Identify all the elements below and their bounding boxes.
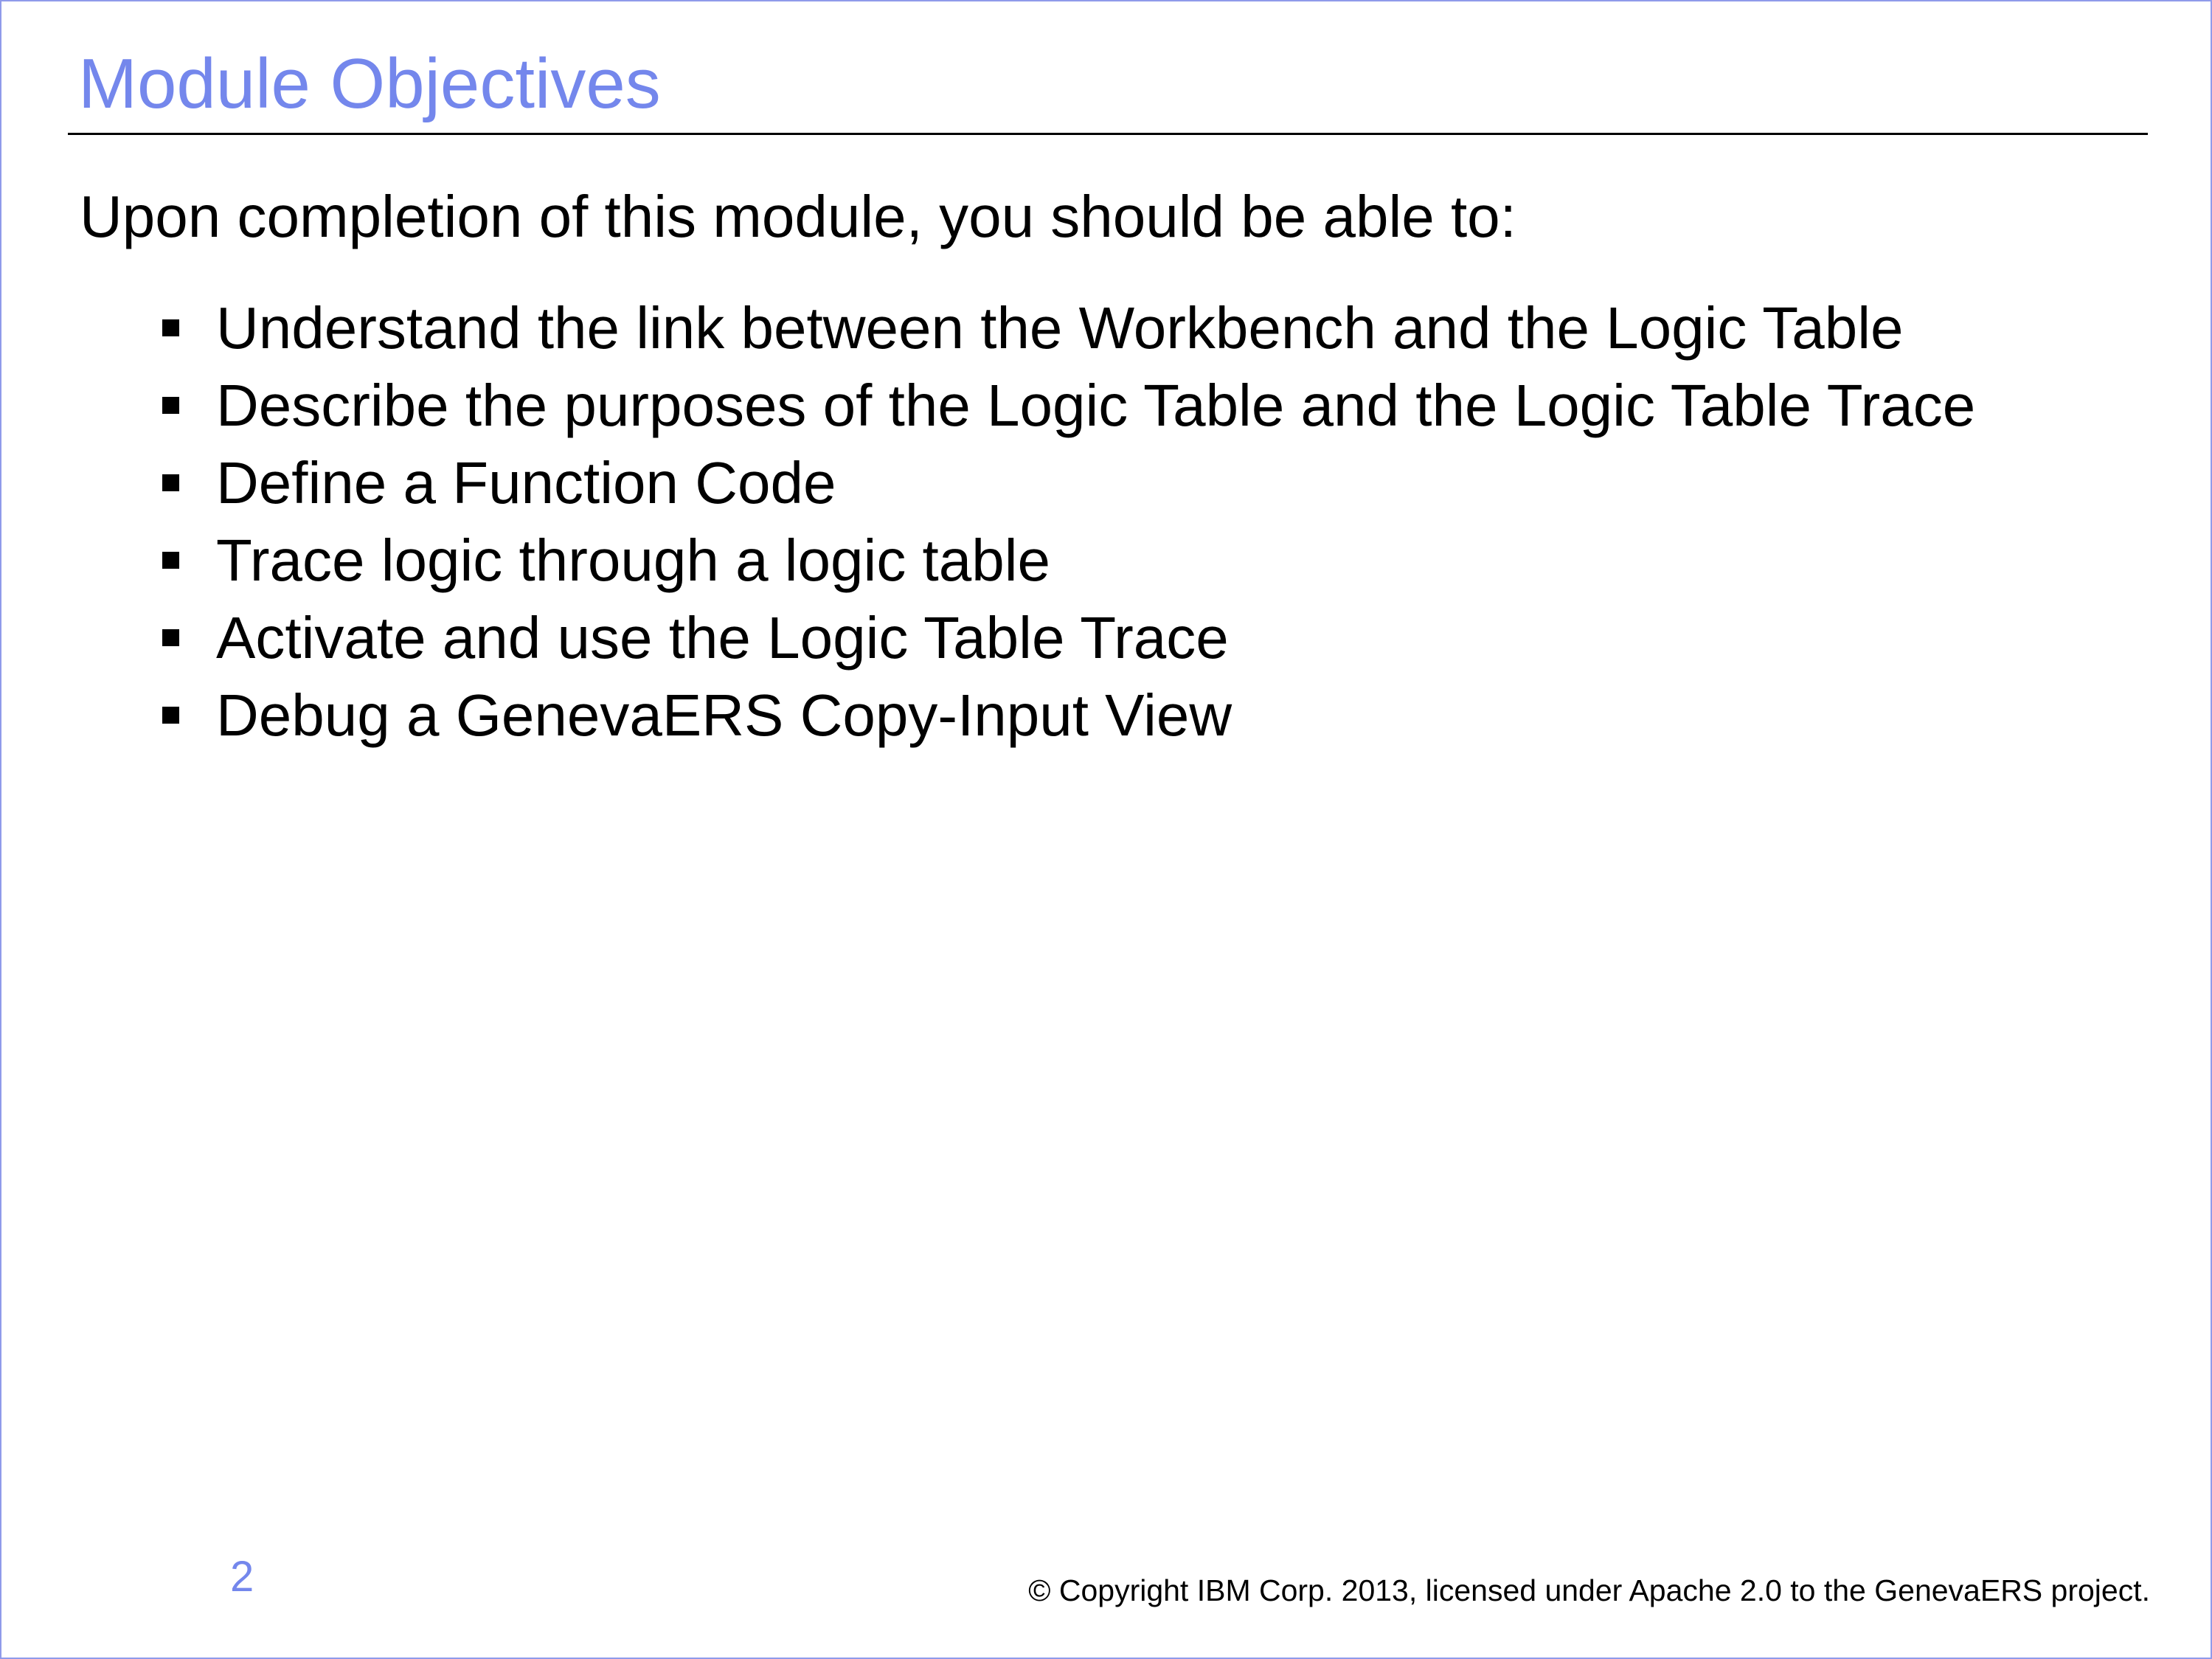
objective-item: Debug a GenevaERS Copy-Input View <box>162 676 1975 754</box>
objective-text: Understand the link between the Workbenc… <box>216 294 1904 361</box>
square-bullet-icon <box>162 397 179 414</box>
objective-item: Understand the link between the Workbenc… <box>162 289 1975 367</box>
square-bullet-icon <box>162 474 179 491</box>
square-bullet-icon <box>162 319 179 336</box>
objectives-intro: Upon completion of this module, you shou… <box>80 184 1516 249</box>
square-bullet-icon <box>162 629 179 646</box>
objective-text: Debug a GenevaERS Copy-Input View <box>216 682 1232 748</box>
page-number: 2 <box>230 1553 254 1601</box>
objective-item: Trace logic through a logic table <box>162 522 1975 599</box>
objective-text: Describe the purposes of the Logic Table… <box>216 372 1976 438</box>
slide-title: Module Objectives <box>78 44 661 123</box>
objective-item: Describe the purposes of the Logic Table… <box>162 367 1975 444</box>
objective-item: Activate and use the Logic Table Trace <box>162 599 1975 676</box>
objective-item: Define a Function Code <box>162 444 1975 522</box>
square-bullet-icon <box>162 552 179 569</box>
objectives-list: Understand the link between the Workbenc… <box>162 289 1975 754</box>
copyright-notice: © Copyright IBM Corp. 2013, licensed und… <box>1028 1573 2150 1607</box>
objective-text: Trace logic through a logic table <box>216 527 1051 593</box>
title-divider <box>68 133 2148 135</box>
square-bullet-icon <box>162 707 179 724</box>
objective-text: Activate and use the Logic Table Trace <box>216 604 1229 671</box>
slide: Module Objectives Upon completion of thi… <box>0 0 2212 1659</box>
objective-text: Define a Function Code <box>216 449 836 516</box>
